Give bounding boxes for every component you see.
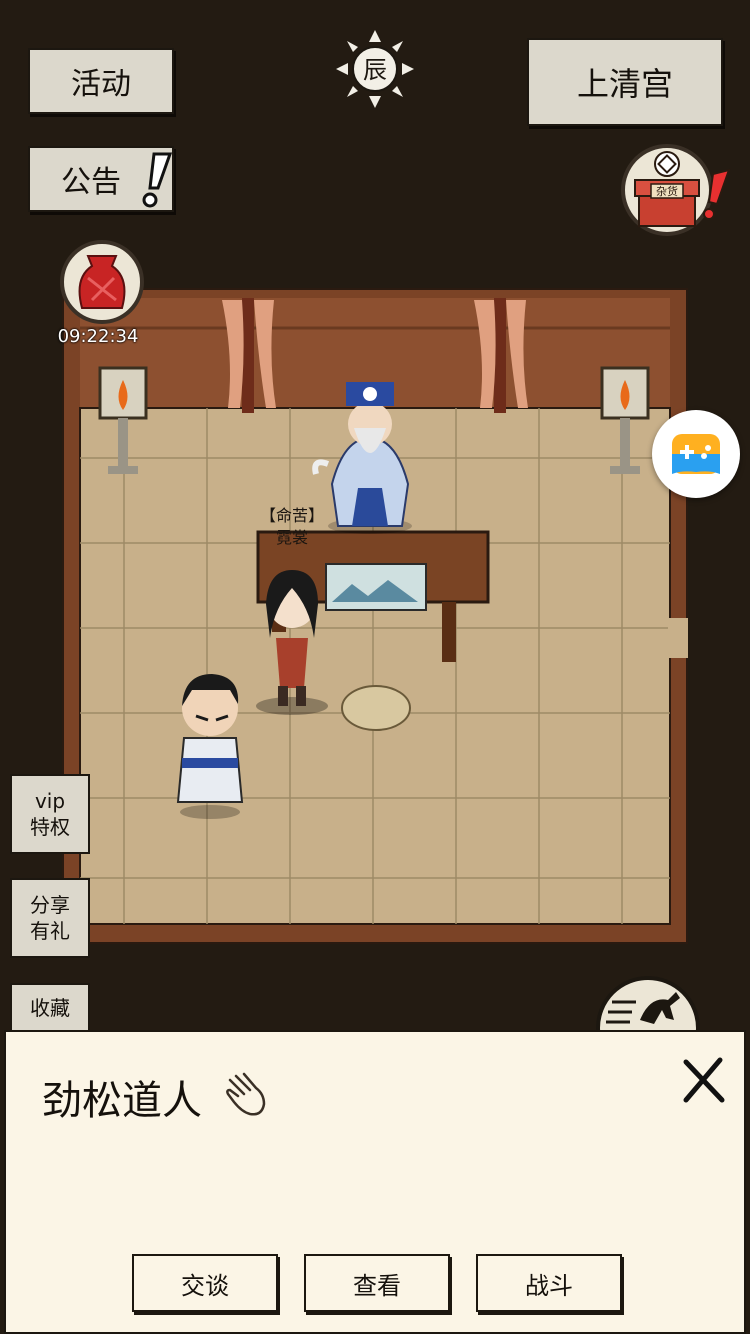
share-label-line1: 分享 xyxy=(30,893,70,917)
pointing-hand-icon xyxy=(226,1072,266,1116)
gamepad-icon xyxy=(672,434,720,474)
time-sun-icon: 辰 xyxy=(336,30,414,108)
exclamation-icon xyxy=(142,152,173,208)
npc-title-label: 【命苦】 xyxy=(259,506,324,525)
countdown-timer: 09:22:34 xyxy=(57,326,139,347)
vip-label-line2: 特权 xyxy=(30,815,70,839)
fight-button[interactable]: 战斗 xyxy=(476,1254,622,1312)
dialog-npc-name: 劲松道人 xyxy=(42,1078,202,1124)
share-gift-button[interactable]: 分享 有礼 xyxy=(10,878,90,958)
view-button[interactable]: 查看 xyxy=(304,1254,450,1312)
time-char: 辰 xyxy=(363,56,387,84)
favorite-label: 收藏 xyxy=(30,996,70,1020)
talk-button[interactable]: 交谈 xyxy=(132,1254,278,1312)
location-button[interactable]: 上清宫 xyxy=(527,38,723,126)
red-pouch-icon[interactable] xyxy=(58,238,146,326)
notice-label: 公告 xyxy=(61,165,121,200)
npc-dialog-panel: 劲松道人 交谈 查看 战斗 xyxy=(4,1030,746,1334)
room-scene xyxy=(62,288,688,944)
shop-icon[interactable]: 杂货 xyxy=(617,140,737,244)
npc-name-label: 霓裳 xyxy=(275,528,308,547)
favorite-button[interactable]: 收藏 xyxy=(10,983,90,1033)
shop-sign-text: 杂货 xyxy=(656,184,678,198)
vip-privilege-button[interactable]: vip 特权 xyxy=(10,774,90,854)
activity-button[interactable]: 活动 xyxy=(28,48,174,114)
share-label-line2: 有礼 xyxy=(30,919,70,943)
vip-label-line1: vip xyxy=(34,789,66,813)
game-center-button[interactable] xyxy=(652,410,740,498)
close-icon[interactable] xyxy=(678,1056,728,1106)
